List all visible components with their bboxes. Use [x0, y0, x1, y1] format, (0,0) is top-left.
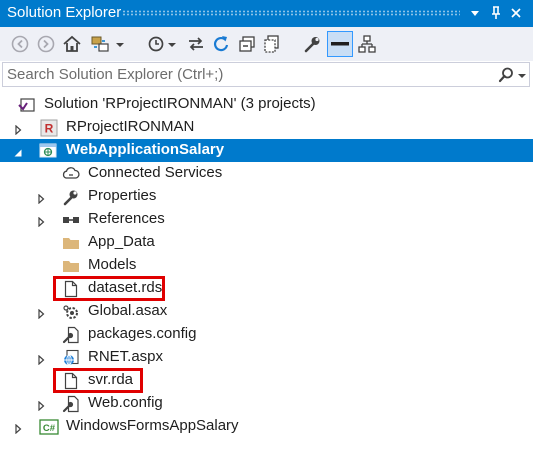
tree-item-label: Solution 'RProjectIRONMAN' (3 projects): [44, 95, 316, 112]
tree-item-label: RProjectIRONMAN: [66, 118, 195, 135]
highlight-box-dataset: [53, 276, 165, 301]
toolbar: [0, 27, 533, 61]
title-grip[interactable]: [122, 10, 460, 16]
web-form-icon: [62, 349, 80, 367]
tree-item-global-asax[interactable]: Global.asax: [0, 300, 533, 323]
tree-item-label: References: [88, 210, 165, 227]
solution-icon: [18, 96, 36, 114]
tree-item-properties[interactable]: Properties: [0, 185, 533, 208]
tree-item-rnet-aspx[interactable]: RNET.aspx: [0, 346, 533, 369]
sync-icon[interactable]: [185, 33, 207, 55]
tree-item-label: Web.config: [88, 394, 163, 411]
tree-item-connected-services[interactable]: Connected Services: [0, 162, 533, 185]
tree-item-label: Connected Services: [88, 164, 223, 181]
expand-arrow-icon[interactable]: [36, 214, 46, 228]
csharp-badge-text: C#: [43, 423, 56, 434]
wrench-icon: [62, 188, 80, 206]
tree-item-label: App_Data: [88, 233, 155, 250]
config-file-icon: [62, 326, 80, 344]
tree-item-references[interactable]: References: [0, 208, 533, 231]
title-bar[interactable]: Solution Explorer: [0, 0, 533, 27]
references-icon: [62, 211, 80, 229]
history-icon[interactable]: [145, 33, 167, 55]
tree-item-models[interactable]: Models: [0, 254, 533, 277]
search-input[interactable]: [7, 65, 477, 84]
expand-arrow-icon[interactable]: [13, 421, 23, 435]
chevron-down-icon[interactable]: [516, 66, 528, 84]
tree-item-project-web[interactable]: WebApplicationSalary: [0, 139, 533, 162]
switch-views-icon[interactable]: [89, 33, 111, 55]
tree-item-label: Global.asax: [88, 302, 168, 319]
tree-item-app-data[interactable]: App_Data: [0, 231, 533, 254]
expand-arrow-icon[interactable]: [36, 306, 46, 320]
config-file-icon: [62, 395, 80, 413]
home-icon[interactable]: [61, 33, 83, 55]
tree-item-label: packages.config: [88, 325, 197, 342]
properties-icon[interactable]: [301, 33, 323, 55]
search-box: [2, 62, 530, 87]
collapse-arrow-icon[interactable]: [13, 145, 23, 157]
chevron-down-icon[interactable]: [166, 33, 178, 55]
tree-item-label: RNET.aspx: [88, 348, 164, 365]
r-badge-text: R: [45, 122, 54, 136]
forward-icon[interactable]: [35, 33, 57, 55]
tree-item-web-config[interactable]: Web.config: [0, 392, 533, 415]
csharp-project-icon: C#: [39, 418, 59, 436]
expand-arrow-icon[interactable]: [36, 352, 46, 366]
class-diagram-icon[interactable]: [356, 33, 378, 55]
refresh-icon[interactable]: [210, 33, 232, 55]
highlight-box-svr: [53, 368, 143, 393]
close-icon[interactable]: [507, 3, 525, 23]
tree-item-label: Models: [88, 256, 137, 273]
back-icon[interactable]: [9, 33, 31, 55]
r-project-icon: R: [40, 119, 58, 137]
tree-item-label: WebApplicationSalary: [66, 141, 225, 158]
collapse-all-icon[interactable]: [236, 33, 258, 55]
tree-item-solution[interactable]: Solution 'RProjectIRONMAN' (3 projects): [0, 93, 533, 116]
tree-item-project-r[interactable]: R RProjectIRONMAN: [0, 116, 533, 139]
tree-item-packages-config[interactable]: packages.config: [0, 323, 533, 346]
pin-icon[interactable]: [487, 3, 505, 23]
show-all-files-icon[interactable]: [261, 33, 283, 55]
tree-item-label: Properties: [88, 187, 157, 204]
folder-icon: [62, 234, 80, 252]
chevron-down-icon[interactable]: [114, 33, 126, 55]
preview-icon[interactable]: [327, 31, 353, 57]
folder-icon: [62, 257, 80, 275]
chevron-down-icon[interactable]: [466, 3, 484, 23]
expand-arrow-icon[interactable]: [36, 191, 46, 205]
search-icon[interactable]: [497, 66, 515, 84]
connected-services-icon: [62, 165, 80, 183]
global-asax-icon: [62, 303, 80, 321]
expand-arrow-icon[interactable]: [13, 122, 23, 136]
tree-item-project-winforms[interactable]: C# WindowsFormsAppSalary: [0, 415, 533, 438]
expand-arrow-icon[interactable]: [36, 398, 46, 412]
web-project-icon: [39, 142, 57, 160]
tree-item-label: WindowsFormsAppSalary: [66, 417, 239, 434]
window-title: Solution Explorer: [7, 4, 122, 21]
